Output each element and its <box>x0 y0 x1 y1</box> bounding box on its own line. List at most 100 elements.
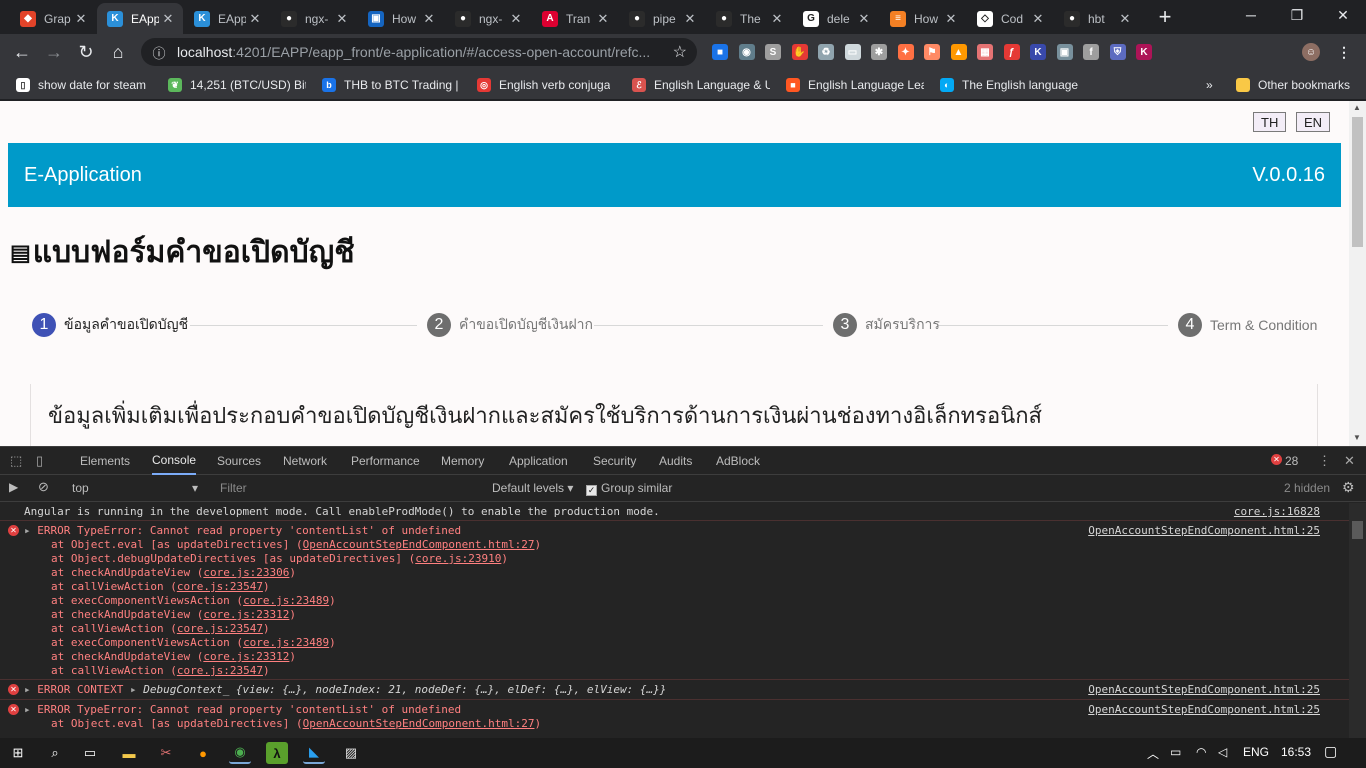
log-levels-dropdown[interactable]: Default levels ▾ <box>492 481 573 495</box>
ext-facebook-icon[interactable]: f <box>1083 44 1099 60</box>
close-tab-icon[interactable]: ✕ <box>246 11 264 27</box>
stepper-step[interactable]: 4 Term & Condition <box>1178 313 1317 337</box>
wifi-icon[interactable]: ◠ <box>1196 745 1206 759</box>
browser-tab[interactable]: ◇ Cod ✕ <box>967 3 1053 34</box>
browser-tab[interactable]: K EApp ✕ <box>184 3 270 34</box>
lambda-app-icon[interactable]: λ <box>266 742 288 764</box>
task-view-icon[interactable]: ▭ <box>79 742 101 764</box>
stack-frame-link[interactable]: core.js:23489 <box>243 636 329 649</box>
bookmark-star-icon[interactable]: ☆ <box>673 42 687 62</box>
bookmark-item[interactable]: ■ English Language Lea <box>786 76 924 94</box>
error-count-icon[interactable]: ✕ <box>1271 454 1282 465</box>
stepper-step[interactable]: 3 สมัครบริการ <box>833 313 940 337</box>
error-source-link[interactable]: OpenAccountStepEndComponent.html:25 <box>1088 524 1320 538</box>
reload-icon[interactable]: ↻ <box>73 39 99 65</box>
browser-tab[interactable]: ● The ✕ <box>706 3 792 34</box>
browser-tab[interactable]: A Tran ✕ <box>532 3 618 34</box>
battery-icon[interactable]: ▭ <box>1170 745 1181 759</box>
ext-recycle-icon[interactable]: ♻ <box>818 44 834 60</box>
stack-frame-link[interactable]: core.js:23312 <box>203 650 289 663</box>
ext-k2-icon[interactable]: K <box>1136 44 1152 60</box>
browser-tab[interactable]: ● ngx- ✕ <box>271 3 357 34</box>
close-window-button[interactable]: ✕ <box>1320 0 1366 30</box>
maximize-button[interactable]: ❐ <box>1274 0 1320 30</box>
browser-tab[interactable]: ≡ How ✕ <box>880 3 966 34</box>
close-tab-icon[interactable]: ✕ <box>768 11 786 27</box>
error-count[interactable]: 28 <box>1285 454 1298 468</box>
close-tab-icon[interactable]: ✕ <box>594 11 612 27</box>
other-bookmarks-folder[interactable]: Other bookmarks <box>1236 76 1350 94</box>
devtools-tab-memory[interactable]: Memory <box>441 447 484 475</box>
ext-square-icon[interactable]: ■ <box>712 44 728 60</box>
error-source-link[interactable]: OpenAccountStepEndComponent.html:25 <box>1088 683 1320 697</box>
devtools-tab-application[interactable]: Application <box>509 447 568 475</box>
ext-window-icon[interactable]: ▣ <box>1056 44 1073 60</box>
devtools-tab-elements[interactable]: Elements <box>80 447 130 475</box>
ext-fire-icon[interactable]: ✦ <box>897 44 914 60</box>
scroll-up-icon[interactable]: ▲ <box>1353 103 1361 112</box>
console-filter-input[interactable]: Filter <box>220 481 247 495</box>
close-tab-icon[interactable]: ✕ <box>942 11 960 27</box>
photos-icon[interactable]: ▨ <box>340 742 362 764</box>
group-similar-checkbox[interactable]: ✓ Group similar <box>586 481 672 496</box>
bookmark-item[interactable]: ❦ 14,251 (BTC/USD) Bit <box>168 76 306 94</box>
stepper-step[interactable]: 1 ข้อมูลคำขอเปิดบัญชี <box>32 313 188 337</box>
expand-triangle-icon[interactable]: ▸ <box>24 703 31 716</box>
stepper-step[interactable]: 2 คำขอเปิดบัญชีเงินฝาก <box>427 313 593 337</box>
stack-frame-link[interactable]: core.js:23312 <box>203 608 289 621</box>
devtools-menu-icon[interactable]: ⋮ <box>1318 453 1331 469</box>
page-scrollbar[interactable]: ▲ ▼ <box>1349 101 1366 446</box>
console-error-line[interactable]: ✕ ▸ ERROR TypeError: Cannot read propert… <box>0 524 1349 538</box>
stack-frame-link[interactable]: core.js:23910 <box>415 552 501 565</box>
windows-start-icon[interactable]: ⊞ <box>7 742 29 764</box>
devtools-tab-audits[interactable]: Audits <box>659 447 692 475</box>
home-icon[interactable]: ⌂ <box>105 39 131 65</box>
browser-tab[interactable]: ● ngx- ✕ <box>445 3 531 34</box>
device-toolbar-icon[interactable]: ▯ <box>36 453 43 469</box>
close-tab-icon[interactable]: ✕ <box>507 11 525 27</box>
close-tab-icon[interactable]: ✕ <box>1116 11 1134 27</box>
profile-avatar[interactable]: ☺ <box>1302 43 1320 61</box>
lang-en-button[interactable]: EN <box>1296 112 1331 132</box>
bookmark-item[interactable]: ◎ English verb conjuga <box>477 76 610 94</box>
ext-s-icon[interactable]: S <box>765 44 781 60</box>
snipping-tool-icon[interactable]: ✂ <box>155 742 177 764</box>
ext-calendar-icon[interactable]: ▦ <box>977 44 993 60</box>
devtools-tab-security[interactable]: Security <box>593 447 636 475</box>
ext-flash-icon[interactable]: ƒ <box>1003 44 1020 60</box>
ext-k-icon[interactable]: K <box>1030 44 1046 60</box>
close-tab-icon[interactable]: ✕ <box>333 11 351 27</box>
expand-triangle-icon[interactable]: ▸ <box>130 683 137 696</box>
browser-tab[interactable]: K EApp ✕ <box>97 3 183 34</box>
address-bar[interactable]: ⓘ localhost :4201/EAPP/eapp_front/e-appl… <box>141 38 697 66</box>
stack-frame-link[interactable]: core.js:23547 <box>177 580 263 593</box>
devtools-close-icon[interactable]: ✕ <box>1344 453 1355 469</box>
sidebar-toggle-icon[interactable]: ▶ <box>9 480 18 494</box>
forward-icon[interactable]: → <box>41 39 67 65</box>
search-icon[interactable]: ⌕ <box>44 742 66 764</box>
new-tab-button[interactable]: + <box>1153 6 1177 30</box>
expand-triangle-icon[interactable]: ▸ <box>24 683 31 696</box>
browser-tab[interactable]: ● hbt ✕ <box>1054 3 1140 34</box>
info-icon[interactable]: ⓘ <box>145 38 173 66</box>
stack-frame-link[interactable]: core.js:23547 <box>177 622 263 635</box>
language-indicator[interactable]: ENG <box>1243 745 1269 759</box>
back-icon[interactable]: ← <box>9 39 35 65</box>
ext-chat-icon[interactable]: ▭ <box>844 44 861 60</box>
ext-flag-icon[interactable]: ⚑ <box>924 44 940 60</box>
devtools-tab-console[interactable]: Console <box>152 447 197 475</box>
basketball-app-icon[interactable]: ● <box>192 742 214 764</box>
stack-frame-link[interactable]: core.js:23547 <box>177 664 263 677</box>
bookmark-item[interactable]: ℰ English Language & U <box>632 76 770 94</box>
devtools-tab-network[interactable]: Network <box>283 447 327 475</box>
expand-triangle-icon[interactable]: ▸ <box>24 524 31 537</box>
browser-tab[interactable]: ◆ Grap ✕ <box>10 3 96 34</box>
stack-frame-link[interactable]: core.js:23489 <box>243 594 329 607</box>
close-tab-icon[interactable]: ✕ <box>681 11 699 27</box>
console-settings-gear-icon[interactable]: ⚙ <box>1342 479 1355 496</box>
ext-owl-icon[interactable]: ◉ <box>738 44 755 60</box>
browser-tab[interactable]: ● pipe ✕ <box>619 3 705 34</box>
ext-bug-icon[interactable]: ✱ <box>871 44 887 60</box>
context-select[interactable]: top ▾ <box>72 481 200 495</box>
error-source-link[interactable]: OpenAccountStepEndComponent.html:25 <box>1088 703 1320 717</box>
